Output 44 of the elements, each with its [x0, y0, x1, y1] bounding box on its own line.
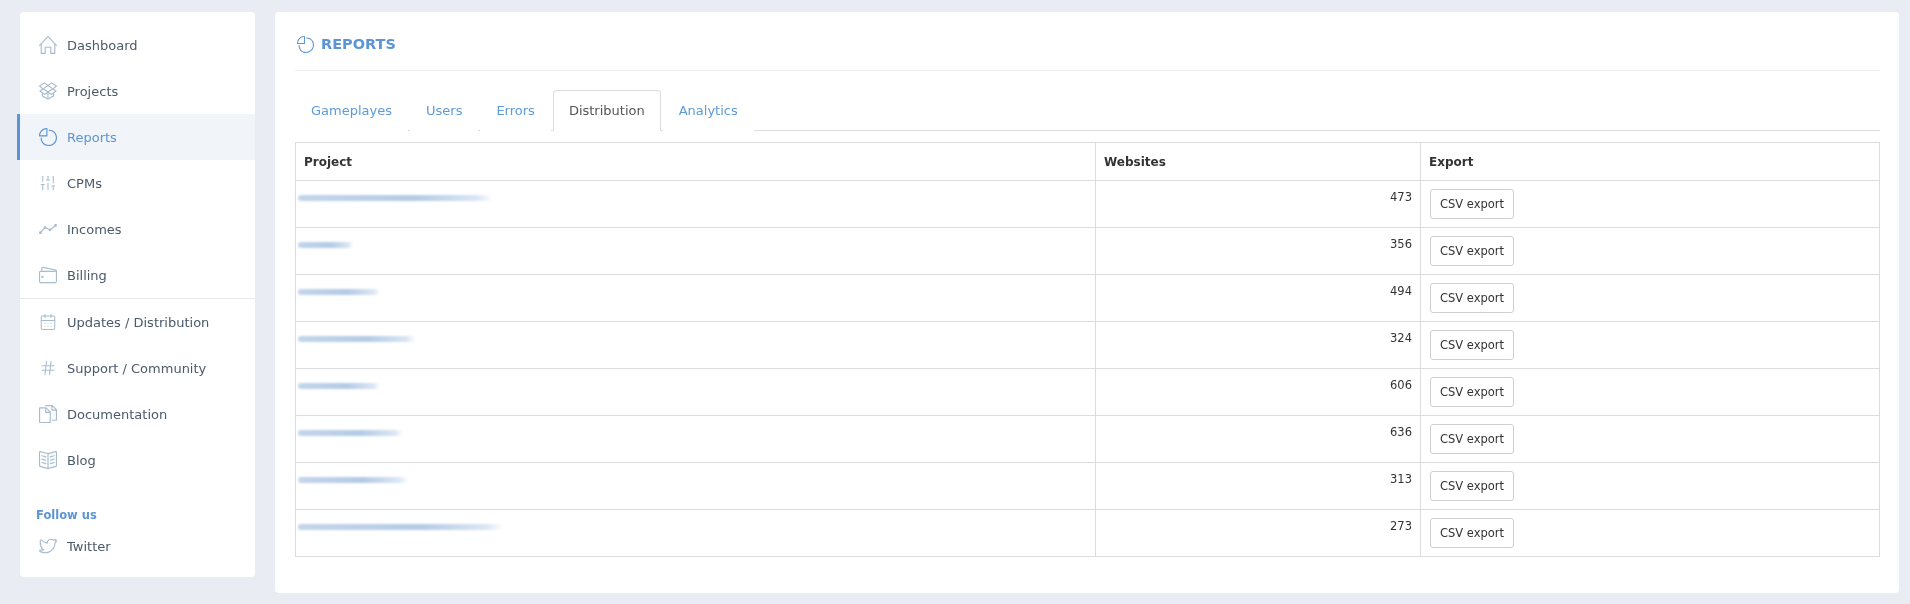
csv-export-button[interactable]: CSV export — [1430, 518, 1515, 548]
wallet-icon — [39, 266, 57, 284]
website-count: 636 — [1095, 415, 1421, 463]
pie-chart-icon — [296, 35, 314, 53]
website-count: 606 — [1095, 368, 1421, 416]
sidebar-item[interactable]: Documentation — [17, 391, 255, 437]
page-title: REPORTS — [321, 35, 396, 54]
website-count: 273 — [1095, 509, 1421, 557]
website-count: 356 — [1095, 227, 1421, 275]
column-header: Export — [1420, 142, 1880, 181]
website-count: 313 — [1095, 462, 1421, 510]
column-header: Project — [295, 142, 1096, 181]
sidebar-item[interactable]: Dashboard — [17, 22, 255, 68]
home-icon — [39, 36, 57, 54]
sidebar-item[interactable]: Incomes — [17, 206, 255, 252]
column-header: Websites — [1095, 142, 1421, 181]
website-count: 324 — [1095, 321, 1421, 369]
book-icon — [39, 451, 57, 469]
csv-export-button[interactable]: CSV export — [1430, 471, 1515, 501]
social-link[interactable]: Twitter — [17, 523, 255, 569]
tab[interactable]: Distribution — [552, 90, 661, 131]
blurred-text — [298, 242, 353, 248]
csv-export-button[interactable]: CSV export — [1430, 424, 1515, 454]
csv-export-button[interactable]: CSV export — [1430, 189, 1515, 219]
pie-chart-icon — [39, 128, 57, 146]
hash-icon — [39, 359, 57, 377]
bird-icon — [39, 537, 57, 555]
sidebar-item[interactable]: Updates / Distribution — [17, 299, 255, 345]
section-heading: Follow us — [35, 507, 97, 523]
sidebar-item[interactable]: Support / Community — [17, 345, 255, 391]
sidebar-item[interactable]: Projects — [17, 68, 255, 114]
website-count: 494 — [1095, 274, 1421, 322]
sliders-icon — [39, 174, 57, 192]
csv-export-button[interactable]: CSV export — [1430, 236, 1515, 266]
csv-export-button[interactable]: CSV export — [1430, 330, 1515, 360]
sidebar-item[interactable]: Blog — [17, 437, 255, 483]
sidebar-item[interactable]: Billing — [17, 252, 255, 298]
sidebar-item[interactable]: CPMs — [17, 160, 255, 206]
website-count: 473 — [1095, 180, 1421, 228]
csv-export-button[interactable]: CSV export — [1430, 283, 1515, 313]
documents-icon — [39, 405, 57, 423]
box-icon — [39, 82, 57, 100]
calendar-icon — [39, 313, 57, 331]
csv-export-button[interactable]: CSV export — [1430, 377, 1515, 407]
